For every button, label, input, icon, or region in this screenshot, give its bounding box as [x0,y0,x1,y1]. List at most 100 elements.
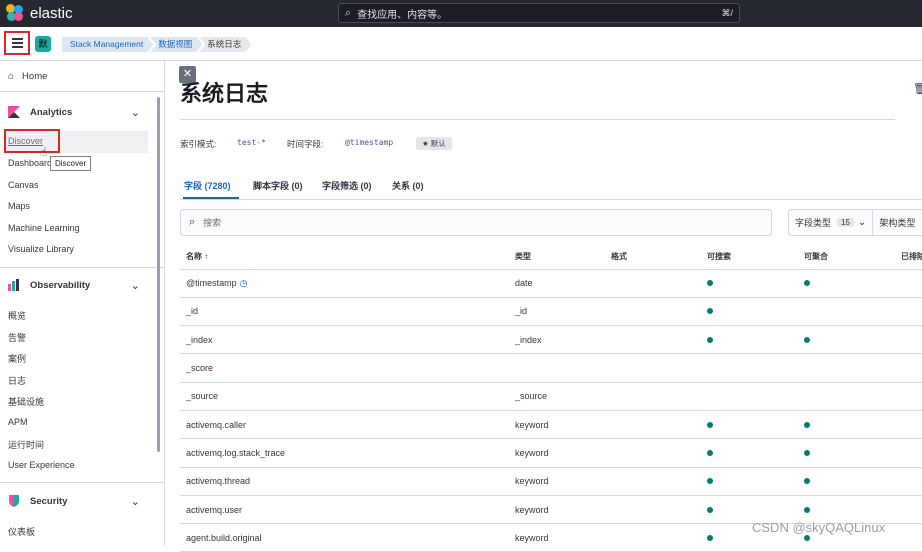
sidebar-item-user-experience[interactable]: User Experience [8,460,75,470]
default-badge: ★ 默认 [416,137,452,150]
hamburger-menu-button[interactable] [4,31,30,55]
breadcrumb: Stack Management 数据视图 系统日志 [62,37,248,52]
col-aggregatable[interactable]: 可聚合 [798,244,895,270]
aggregatable-indicator [804,478,810,485]
field-search-input[interactable]: ⌕ 搜索 [180,209,772,236]
table-row[interactable]: activemq.thread keyword [180,467,922,496]
elastic-logo[interactable]: elastic [6,4,73,22]
field-name: @timestamp [186,277,237,288]
discover-annotation-box [4,129,60,153]
searchable-indicator [707,449,713,456]
chevron-down-icon: ⌄ [130,106,140,119]
field-type: _index [515,334,542,345]
time-field-value: @timestamp [345,138,394,147]
table-row[interactable]: activemq.caller keyword [180,410,922,440]
aggregatable-indicator [804,506,810,513]
field-name: agent.build.original [186,532,262,543]
watermark: CSDN @skyQAQLinux [752,520,886,535]
nav-group-analytics[interactable]: Analytics ⌄ [8,106,156,119]
aggregatable-indicator [804,421,810,428]
observability-logo-icon [8,279,19,291]
field-filters: 字段类型 15 ⌄ 架构类型 [788,209,922,236]
sidebar-item-maps[interactable]: Maps [8,201,30,211]
sidebar-item-infrastructure[interactable]: 基础设施 [8,395,44,408]
searchable-indicator [707,280,713,287]
table-row[interactable]: _score [180,353,922,383]
field-type: keyword [515,504,549,515]
sidebar-item-alerts[interactable]: 告警 [8,331,26,344]
index-pattern-value: test-* [237,138,266,147]
field-name: _index [186,334,213,345]
col-type[interactable]: 类型 [509,244,605,270]
field-name: activemq.log.stack_trace [186,447,286,458]
sidebar-item-canvas[interactable]: Canvas [8,180,39,190]
brand-name: elastic [30,4,73,22]
aggregatable-indicator [804,534,810,541]
home-icon: ⌂ [8,71,15,82]
field-type: keyword [515,419,549,430]
table-row[interactable]: @timestamp ◷ date [180,269,922,298]
sidebar-item-visualize-library[interactable]: Visualize Library [8,244,74,254]
chevron-down-icon[interactable]: ⌄ [858,217,866,228]
field-type: keyword [515,476,549,487]
tab-fields[interactable]: 字段 (7280) [184,179,231,192]
aggregatable-indicator [804,449,810,456]
space-avatar[interactable]: 默 [35,36,51,52]
breadcrumb-current: 系统日志 [199,37,251,52]
field-type-count: 15 [837,218,854,227]
col-name[interactable]: 名称 ↑ [180,244,509,270]
side-nav: ⌂ Home Analytics ⌄ Discover Dashboard Ca… [0,61,165,546]
table-row[interactable]: _index _index [180,325,922,355]
sidebar-item-home[interactable]: ⌂ Home [8,71,47,82]
field-search-placeholder: 搜索 [203,218,222,228]
table-row[interactable]: _id _id [180,297,922,327]
hand-cursor-icon: ☝ [40,145,48,159]
chevron-down-icon: ⌄ [130,279,140,292]
tabs-divider [180,199,922,200]
sidebar-item-logs[interactable]: 日志 [8,374,26,387]
discover-tooltip: Discover [50,156,92,171]
table-row[interactable]: _source _source [180,382,922,411]
field-name: _id [186,306,199,317]
search-icon: ⌕ [189,216,196,228]
elastic-logo-icon [6,4,24,22]
table-header: 名称 ↑ 类型 格式 可搜索 可聚合 已排除 [180,244,922,270]
field-type-filter[interactable]: 字段类型 [795,216,831,229]
sidebar-item-security-dashboards[interactable]: 仪表板 [8,525,35,538]
global-search-input[interactable]: ⌕ 查找应用、内容等。 ⌘/ [338,3,740,23]
nav-group-observability[interactable]: Observability ⌄ [8,279,156,292]
sidebar-scrollbar[interactable] [157,97,160,452]
sidebar-item-overview[interactable]: 概览 [8,309,26,322]
schema-type-filter[interactable]: 架构类型 [879,216,915,229]
sidebar-item-uptime[interactable]: 运行时间 [8,438,44,451]
aggregatable-indicator [804,336,810,343]
tab-scripted-fields[interactable]: 脚本字段 (0) [253,179,303,192]
breadcrumb-data-views[interactable]: 数据视图 [150,37,202,52]
page-title: 系统日志 [180,81,269,106]
search-shortcut-hint: ⌘/ [721,7,733,18]
col-searchable[interactable]: 可搜索 [701,244,798,270]
col-format[interactable]: 格式 [605,244,701,270]
sidebar-item-cases[interactable]: 案例 [8,352,26,365]
field-type: date [515,278,533,289]
index-pattern-label: 索引模式: [180,139,217,149]
tab-field-filters[interactable]: 字段筛选 (0) [322,179,372,192]
field-name: _score [186,363,214,374]
delete-icon[interactable]: 🗑 [913,82,922,95]
field-name: _source [186,391,219,402]
sidebar-item-dashboard[interactable]: Dashboard [8,158,52,168]
searchable-indicator [707,506,713,513]
sidebar-item-machine-learning[interactable]: Machine Learning [8,223,80,233]
search-icon: ⌕ [345,6,352,19]
fields-table: 名称 ↑ 类型 格式 可搜索 可聚合 已排除 @timestamp ◷ date _i… [180,244,922,552]
searchable-indicator [707,534,713,541]
searchable-indicator [707,421,713,428]
security-logo-icon [9,495,19,507]
table-row[interactable]: activemq.log.stack_trace keyword [180,438,922,468]
sidebar-item-apm[interactable]: APM [8,417,28,427]
tab-relationships[interactable]: 关系 (0) [392,179,424,192]
nav-group-security[interactable]: Security ⌄ [8,495,156,508]
searchable-indicator [707,308,713,315]
col-excluded[interactable]: 已排除 [895,244,922,270]
breadcrumb-stack-management[interactable]: Stack Management [62,37,153,52]
